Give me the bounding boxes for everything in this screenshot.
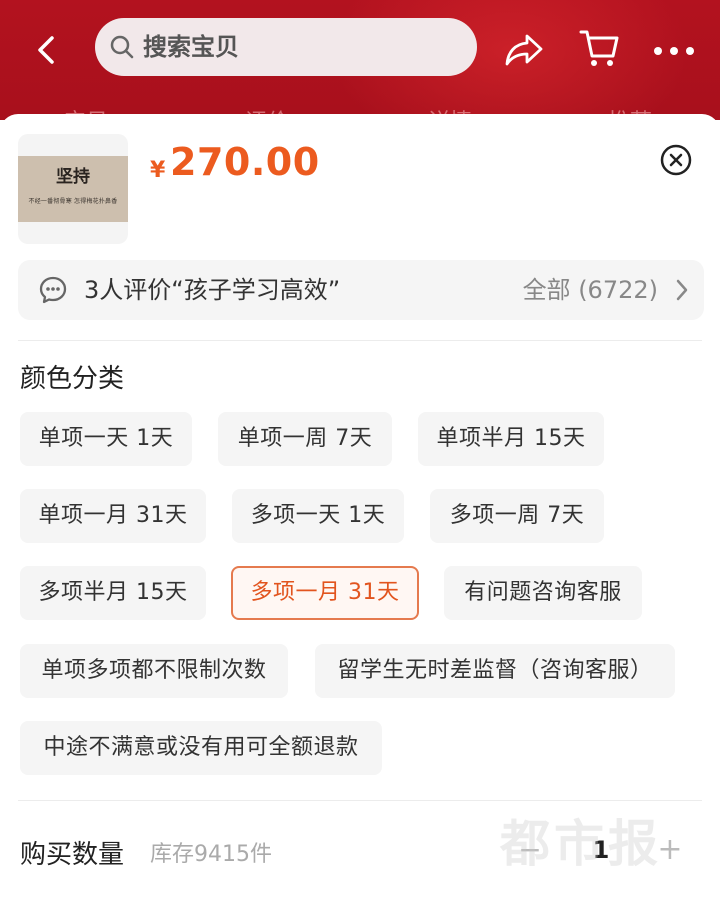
option-chip[interactable]: 多项一天 1天 [232,489,404,543]
quantity-increase-button[interactable]: + [645,824,695,876]
more-dots-icon [654,47,694,55]
chevron-right-icon [676,279,688,301]
thumbnail-image: 坚持 不经一番彻骨寒 怎得梅花扑鼻香 [18,156,128,222]
search-placeholder: 搜索宝贝 [143,33,239,61]
option-chip[interactable]: 多项半月 15天 [20,566,206,620]
option-chip[interactable]: 单项一天 1天 [20,412,192,466]
review-highlight-text: 3人评价“孩子学习高效” [84,276,341,304]
divider [18,800,702,801]
quantity-input[interactable]: 1 [566,824,636,876]
thumbnail-subtitle: 不经一番彻骨寒 怎得梅花扑鼻香 [28,198,118,205]
option-chip[interactable]: 单项半月 15天 [418,412,604,466]
option-chip[interactable]: 单项一月 31天 [20,489,206,543]
review-summary-bar[interactable]: 3人评价“孩子学习高效” 全部 (6722) [18,260,704,320]
price-value: 270.00 [170,140,320,184]
option-chip-selected[interactable]: 多项一月 31天 [231,566,419,620]
search-input[interactable]: 搜索宝贝 [95,18,477,76]
share-icon [505,34,543,66]
comment-icon [39,276,67,304]
back-button[interactable] [30,30,66,70]
option-chip[interactable]: 有问题咨询客服 [444,566,642,620]
option-group-title: 颜色分类 [20,364,125,394]
sku-selection-sheet: 坚持 不经一番彻骨寒 怎得梅花扑鼻香 ¥ 270.00 3人评价“孩子学习高效”… [0,114,720,918]
stock-text: 库存9415件 [150,842,272,867]
option-chip[interactable]: 多项一周 7天 [430,489,604,543]
price-currency: ¥ [150,158,166,183]
option-chip[interactable]: 单项一周 7天 [218,412,392,466]
cart-icon [579,30,619,66]
thumbnail-title: 坚持 [56,167,90,187]
search-icon [110,35,134,59]
option-chip[interactable]: 单项多项都不限制次数 [20,644,288,698]
review-all-count: 全部 (6722) [522,276,658,304]
top-nav-bar: 搜索宝贝 宝贝 评价 详情 推荐 [0,0,720,120]
product-thumbnail[interactable]: 坚持 不经一番彻骨寒 怎得梅花扑鼻香 [18,134,128,244]
option-chip[interactable]: 中途不满意或没有用可全额退款 [20,721,382,775]
cart-button[interactable] [577,26,621,70]
share-button[interactable] [503,30,545,70]
option-chip[interactable]: 留学生无时差监督（咨询客服） [315,644,675,698]
close-icon [660,144,692,176]
more-button[interactable] [652,42,696,55]
divider [18,340,702,341]
back-arrow-icon [38,36,54,64]
close-button[interactable] [660,144,692,176]
quantity-decrease-button[interactable]: − [505,824,555,876]
quantity-label: 购买数量 [20,840,125,870]
